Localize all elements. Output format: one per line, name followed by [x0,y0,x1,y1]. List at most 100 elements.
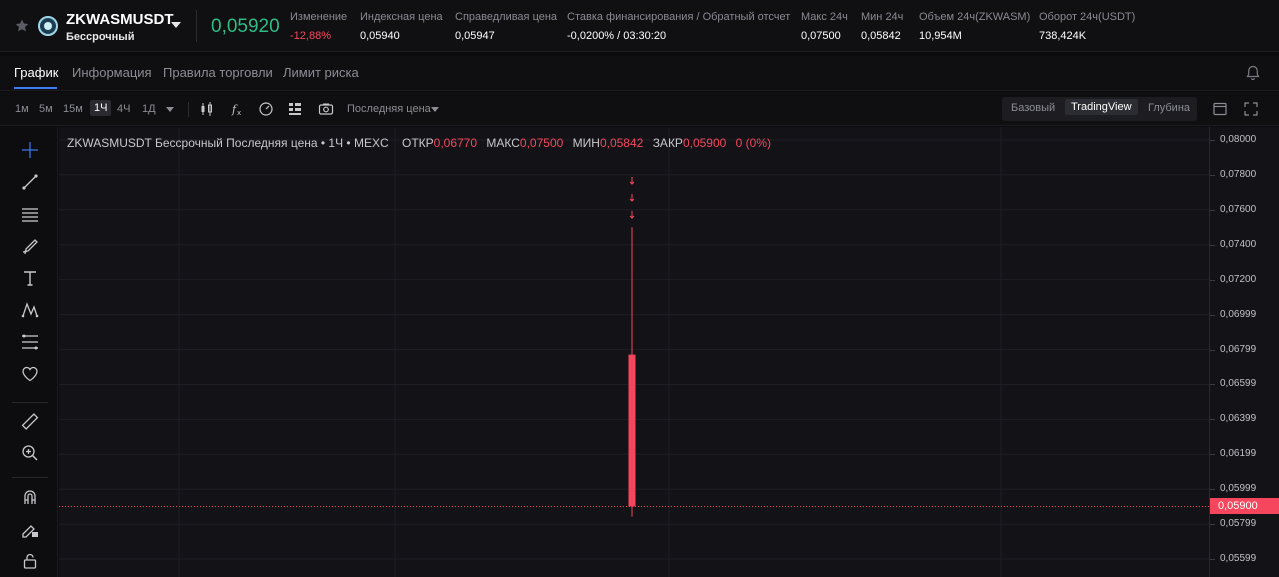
price-axis-label: 0,06599 [1220,378,1257,390]
stat-low-24h: Мин 24ч 0,05842 [861,11,903,42]
svg-text:x: x [237,109,241,117]
price-axis-label: 0,07800 [1220,168,1257,180]
fullscreen-icon[interactable] [1243,101,1259,117]
price-axis-label: 0,05799 [1220,518,1257,530]
tab-chart[interactable]: График [14,65,58,80]
axis-tick [1210,174,1215,176]
stat-high-24h: Макс 24ч 0,07500 [801,11,848,42]
view-depth[interactable]: Глубина [1148,102,1190,114]
price-type-chevron-icon[interactable] [431,107,439,112]
ohlc-close-label: ЗАКР [652,136,683,150]
price-axis-label: 0,05599 [1220,552,1257,564]
templates-icon[interactable] [258,101,274,117]
ohlc-change-value: 0 (0%) [735,136,772,150]
candles-icon[interactable] [199,101,215,117]
ohlc-high-label: МАКС [486,136,520,150]
view-basic[interactable]: Базовый [1011,102,1055,114]
stat-label: Оборот 24ч(USDT) [1039,11,1136,23]
stat-value: 10,954M [919,30,962,42]
chart-view-switcher: Базовый TradingView Глубина [1002,97,1197,121]
symbol-name[interactable]: ZKWASMUSDT [66,11,174,28]
timeframe-more-chevron-icon[interactable] [166,107,174,112]
timeframe-5m[interactable]: 5м [39,103,53,115]
view-tradingview[interactable]: TradingView [1065,99,1138,115]
tab-info[interactable]: Информация [72,65,152,80]
timeframe-15m[interactable]: 15м [63,103,83,115]
ticker-divider [196,10,197,42]
brush-icon[interactable] [21,237,39,255]
axis-tick [1210,314,1215,316]
price-axis-label: 0,06399 [1220,413,1257,425]
heart-icon[interactable] [21,365,39,383]
crosshair-icon[interactable] [21,141,39,159]
stat-value: 0,05940 [360,30,400,42]
timeframe-1h[interactable]: 1Ч [90,100,112,116]
price-axis-label: 0,07200 [1220,273,1257,285]
chart-toolbar: 1м 5м 15м 1Ч 4Ч 1Д f x Последняя цена Ба… [0,92,1279,126]
axis-tick [1210,140,1215,141]
coin-logo-icon [38,16,58,36]
trend-line-icon[interactable] [21,173,39,191]
indicators-icon[interactable]: f x [230,101,246,117]
axis-tick [1210,454,1215,456]
stat-index-price: Индексная цена 0,05940 [360,11,443,42]
price-axis-label: 0,06999 [1220,308,1257,320]
last-price: 0,05920 [211,16,280,37]
bell-icon[interactable] [1246,65,1260,81]
layout-icon[interactable] [287,101,303,117]
screenshot-icon[interactable] [318,101,334,117]
stat-value: 0,05947 [455,30,495,42]
ohlc-high-value: 0,07500 [519,136,564,150]
symbol-dropdown-chevron-icon[interactable] [171,22,181,28]
price-axis-label: 0,06799 [1220,343,1257,355]
axis-tick [1210,209,1215,211]
contract-type: Бессрочный [66,31,135,43]
sidebar-divider [12,477,48,478]
axis-tick [1210,558,1215,560]
stat-label: Справедливая цена [455,11,558,23]
tab-trading-rules[interactable]: Правила торговли [163,65,273,80]
settings-icon[interactable] [1212,101,1228,117]
stat-label: Объем 24ч(ZKWASM) [919,11,1031,23]
favorite-star-icon[interactable] [14,18,30,34]
chart-tabs: График Информация Правила торговли Лимит… [0,56,1279,91]
price-axis-label: 0,08000 [1220,134,1257,145]
ohlc-close-value: 0,05900 [682,136,727,150]
magnet-icon[interactable] [21,488,39,506]
stat-value: -12,88% [290,30,331,42]
horizontal-lines-icon[interactable] [21,205,39,223]
chart-plot-area[interactable]: ZKWASMUSDT Бессрочный Последняя цена • 1… [59,127,1209,577]
tab-risk-limit[interactable]: Лимит риска [283,65,359,80]
zoom-in-icon[interactable] [21,444,39,462]
axis-tick [1210,349,1215,351]
ticker-header: ZKWASMUSDT Бессрочный 0,05920 Изменение … [0,0,1279,52]
candlestick-chart[interactable] [59,127,1209,577]
fib-icon[interactable] [21,333,39,351]
timeframe-1d[interactable]: 1Д [142,103,156,115]
ruler-icon[interactable] [21,412,39,430]
active-tab-indicator [14,87,57,89]
signal-arrow-icon [629,194,635,202]
stat-turnover-24h: Оборот 24ч(USDT) 738,424K [1039,11,1135,42]
timeframe-1m[interactable]: 1м [15,103,29,115]
timeframe-4h[interactable]: 4Ч [117,103,130,115]
ohlc-open-value: 0,06770 [433,136,478,150]
candle-body [628,354,636,507]
axis-tick [1210,524,1215,526]
price-type-select[interactable]: Последняя цена [347,103,431,115]
price-axis[interactable]: 0,05900 0,08000 0,07800 0,07600 0,07400 0,07… [1209,127,1279,577]
ohlc-low-label: МИН [572,136,600,150]
pattern-icon[interactable] [21,301,39,319]
sidebar-divider [12,402,48,403]
stat-label: Ставка финансирования / Обратный отсчет [567,11,791,23]
stat-value: 0,07500 [801,30,841,42]
price-axis-label: 0,06199 [1220,448,1257,460]
current-price-tag: 0,05900 [1210,498,1279,515]
price-axis-label: 0,07400 [1220,238,1257,250]
chart-legend: ZKWASMUSDT Бессрочный Последняя цена • 1… [67,136,777,150]
pencil-lock-icon[interactable] [21,520,39,538]
lock-icon[interactable] [21,552,39,570]
stat-label: Макс 24ч [801,11,848,23]
stat-value: 738,424K [1039,30,1087,42]
text-icon[interactable] [21,269,39,287]
